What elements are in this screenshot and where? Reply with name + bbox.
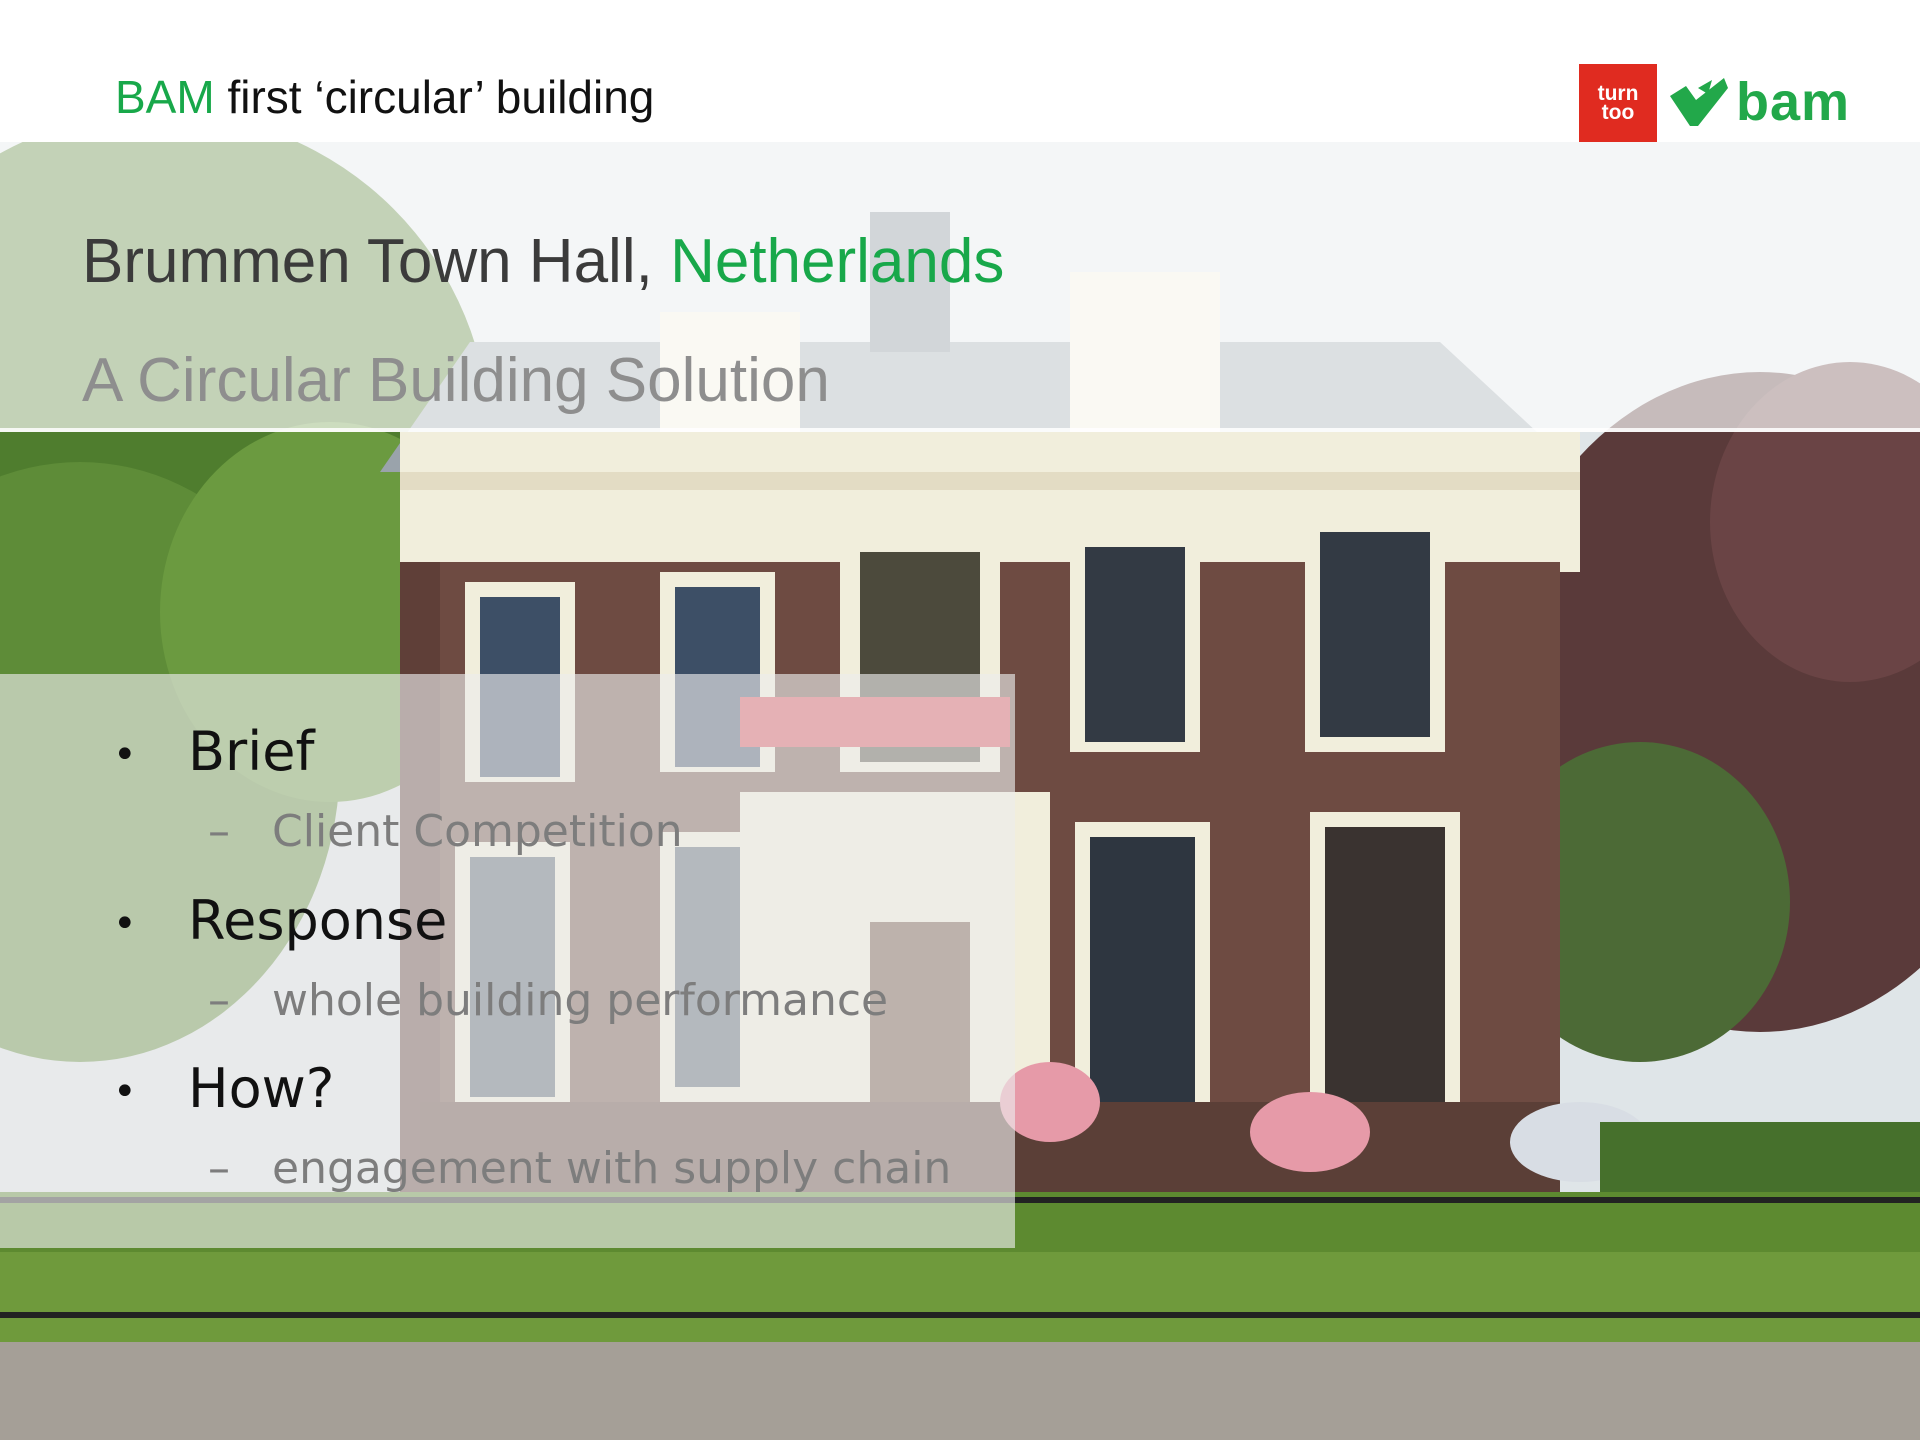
sub-bullet-item: – Client Competition [208, 806, 683, 857]
bullet-label: Brief [188, 720, 315, 783]
dash-icon: – [208, 806, 230, 857]
slide-title-accent: BAM [115, 71, 215, 123]
dash-icon: – [208, 975, 230, 1026]
sub-bullet-label: whole building performance [272, 975, 889, 1026]
sub-bullet-item: – engagement with supply chain [208, 1143, 951, 1194]
bullet-item: • Response [113, 889, 447, 952]
slide-title: BAM first ‘circular’ building [115, 70, 654, 124]
bullet-label: Response [188, 889, 448, 952]
sub-bullet-item: – whole building performance [208, 975, 888, 1026]
sub-bullet-label: Client Competition [272, 806, 683, 857]
dash-icon: – [208, 1143, 230, 1194]
bullet-dot-icon: • [113, 1069, 137, 1116]
turntoo-logo: turn too [1579, 64, 1657, 142]
slide: BAM first ‘circular’ building turn too b… [0, 0, 1920, 1440]
bullet-list: • Brief – Client Competition • Response – wh… [0, 674, 1015, 1248]
bullet-item: • Brief [113, 720, 314, 783]
bullet-dot-icon: • [113, 901, 137, 948]
main-heading-accent: Netherlands [670, 227, 1005, 296]
slide-title-rest: first ‘circular’ building [214, 71, 655, 123]
bam-logo: bam [1668, 68, 1850, 136]
bam-logo-word: bam [1736, 72, 1851, 132]
sub-bullet-label: engagement with supply chain [272, 1143, 952, 1194]
bam-mark-icon [1670, 78, 1728, 126]
bullet-label: How? [188, 1057, 335, 1120]
slide-header: BAM first ‘circular’ building turn too b… [0, 0, 1920, 142]
bullet-dot-icon: • [113, 732, 137, 779]
bullet-panel: • Brief – Client Competition • Response – wh… [0, 674, 1015, 1248]
main-heading: Brummen Town Hall, Netherlands [82, 226, 1004, 297]
bullet-item: • How? [113, 1057, 334, 1120]
turntoo-logo-line2: too [1601, 101, 1635, 124]
main-heading-prefix: Brummen Town Hall, [82, 227, 671, 296]
subtitle-heading: A Circular Building Solution [82, 346, 830, 415]
